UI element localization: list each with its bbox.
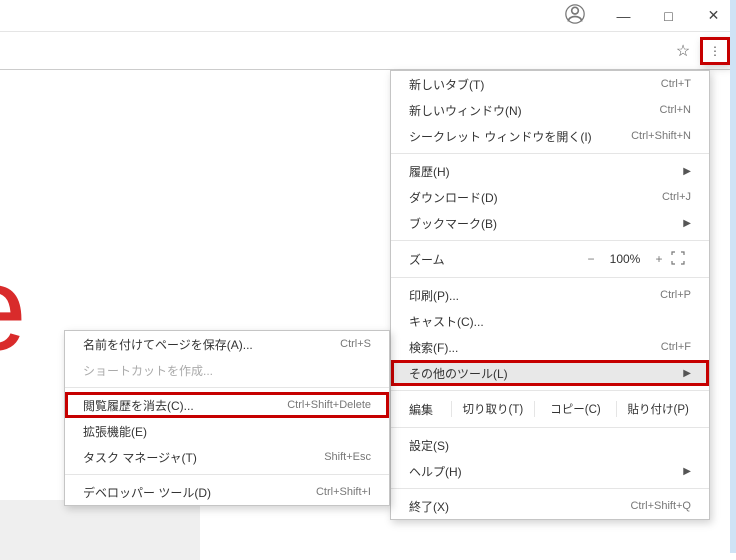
menu-label: 検索(F)... <box>409 339 458 356</box>
menu-incognito[interactable]: シークレット ウィンドウを開く(I) Ctrl+Shift+N <box>391 123 709 149</box>
submenu-arrow-icon: ▶ <box>683 466 691 477</box>
submenu-clear-browsing-data[interactable]: 閲覧履歴を消去(C)... Ctrl+Shift+Delete <box>65 392 389 418</box>
menu-label: 印刷(P)... <box>409 287 459 304</box>
menu-label: ブックマーク(B) <box>409 215 497 232</box>
menu-find[interactable]: 検索(F)... Ctrl+F <box>391 334 709 360</box>
menu-history[interactable]: 履歴(H) ▶ <box>391 158 709 184</box>
menu-accel: Ctrl+T <box>661 78 691 90</box>
browser-toolbar: ☆ S ⋮ <box>0 32 736 70</box>
submenu-arrow-icon: ▶ <box>683 368 691 379</box>
menu-label: 設定(S) <box>409 437 449 454</box>
submenu-arrow-icon: ▶ <box>683 218 691 229</box>
zoom-out-button[interactable]: − <box>579 252 603 266</box>
menu-edit-row: 編集 切り取り(T) コピー(C) 貼り付け(P) <box>391 395 709 423</box>
menu-separator <box>391 277 709 278</box>
menu-label: 履歴(H) <box>409 163 450 180</box>
menu-label: 新しいタブ(T) <box>409 76 484 93</box>
more-tools-submenu: 名前を付けてページを保存(A)... Ctrl+S ショートカットを作成... … <box>64 330 390 506</box>
submenu-developer-tools[interactable]: デベロッパー ツール(D) Ctrl+Shift+I <box>65 479 389 505</box>
menu-label: タスク マネージャ(T) <box>83 449 197 466</box>
edit-label: 編集 <box>401 401 451 418</box>
menu-label: 終了(X) <box>409 498 449 515</box>
menu-label: 閲覧履歴を消去(C)... <box>83 397 194 414</box>
page-logo-fragment: e <box>0 240 17 378</box>
menu-zoom-row: ズーム − 100% + <box>391 245 709 273</box>
menu-downloads[interactable]: ダウンロード(D) Ctrl+J <box>391 184 709 210</box>
menu-separator <box>391 390 709 391</box>
menu-label: キャスト(C)... <box>409 313 484 330</box>
menu-settings[interactable]: 設定(S) <box>391 432 709 458</box>
menu-label: ダウンロード(D) <box>409 189 498 206</box>
menu-label: 拡張機能(E) <box>83 423 147 440</box>
menu-accel: Ctrl+J <box>662 191 691 203</box>
menu-separator <box>65 387 389 388</box>
menu-label: 新しいウィンドウ(N) <box>409 102 522 119</box>
zoom-value: 100% <box>603 252 647 266</box>
menu-accel: Ctrl+N <box>660 104 691 116</box>
menu-label: その他のツール(L) <box>409 365 508 382</box>
menu-label: 名前を付けてページを保存(A)... <box>83 336 253 353</box>
account-icon[interactable] <box>565 4 589 28</box>
chrome-main-menu: 新しいタブ(T) Ctrl+T 新しいウィンドウ(N) Ctrl+N シークレッ… <box>390 70 710 520</box>
menu-accel: Ctrl+Shift+Q <box>630 500 691 512</box>
menu-new-window[interactable]: 新しいウィンドウ(N) Ctrl+N <box>391 97 709 123</box>
menu-new-tab[interactable]: 新しいタブ(T) Ctrl+T <box>391 71 709 97</box>
edit-paste-button[interactable]: 貼り付け(P) <box>616 401 699 417</box>
fullscreen-icon[interactable] <box>671 251 691 268</box>
submenu-task-manager[interactable]: タスク マネージャ(T) Shift+Esc <box>65 444 389 470</box>
menu-accel: Shift+Esc <box>324 451 371 463</box>
menu-bookmarks[interactable]: ブックマーク(B) ▶ <box>391 210 709 236</box>
page-card-fragment <box>0 500 200 560</box>
submenu-create-shortcut[interactable]: ショートカットを作成... <box>65 357 389 383</box>
menu-accel: Ctrl+F <box>661 341 691 353</box>
menu-separator <box>391 488 709 489</box>
zoom-label: ズーム <box>409 251 579 268</box>
window-right-edge <box>730 0 736 553</box>
menu-cast[interactable]: キャスト(C)... <box>391 308 709 334</box>
menu-accel: Ctrl+Shift+N <box>631 130 691 142</box>
menu-separator <box>391 153 709 154</box>
menu-more-tools[interactable]: その他のツール(L) ▶ <box>391 360 709 386</box>
submenu-arrow-icon: ▶ <box>683 166 691 177</box>
menu-label: ヘルプ(H) <box>409 463 462 480</box>
menu-accel: Ctrl+Shift+I <box>316 486 371 498</box>
edit-cut-button[interactable]: 切り取り(T) <box>451 401 534 417</box>
menu-print[interactable]: 印刷(P)... Ctrl+P <box>391 282 709 308</box>
edit-copy-button[interactable]: コピー(C) <box>534 401 617 417</box>
menu-separator <box>391 427 709 428</box>
menu-exit[interactable]: 終了(X) Ctrl+Shift+Q <box>391 493 709 519</box>
menu-accel: Ctrl+S <box>340 338 371 350</box>
menu-separator <box>65 474 389 475</box>
submenu-extensions[interactable]: 拡張機能(E) <box>65 418 389 444</box>
maximize-button[interactable]: □ <box>646 0 691 32</box>
bookmark-star-icon[interactable]: ☆ <box>668 37 698 65</box>
menu-label: デベロッパー ツール(D) <box>83 484 211 501</box>
menu-separator <box>391 240 709 241</box>
menu-accel: Ctrl+Shift+Delete <box>287 399 371 411</box>
submenu-save-as[interactable]: 名前を付けてページを保存(A)... Ctrl+S <box>65 331 389 357</box>
menu-help[interactable]: ヘルプ(H) ▶ <box>391 458 709 484</box>
menu-label: シークレット ウィンドウを開く(I) <box>409 128 592 145</box>
minimize-button[interactable]: — <box>601 0 646 32</box>
chrome-menu-button[interactable]: ⋮ <box>700 37 730 65</box>
window-titlebar: — □ ✕ <box>0 0 736 32</box>
zoom-in-button[interactable]: + <box>647 252 671 266</box>
menu-accel: Ctrl+P <box>660 289 691 301</box>
menu-label: ショートカットを作成... <box>83 362 213 379</box>
